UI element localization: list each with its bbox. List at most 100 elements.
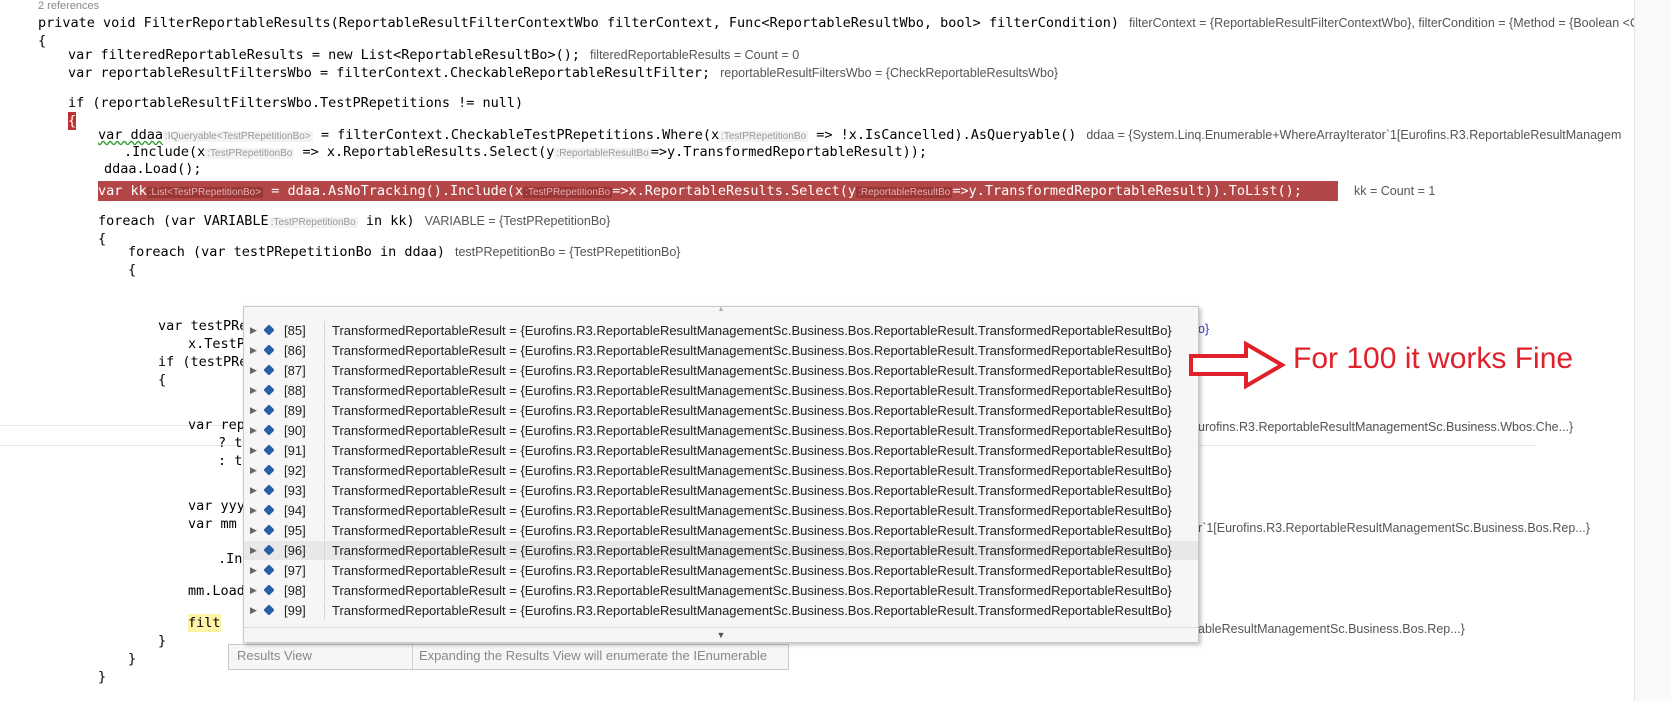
object-icon (263, 544, 275, 556)
code-line: foreach (var testPRepetitionBo in ddaa) t… (128, 244, 681, 260)
code-line: mm.Load (188, 583, 245, 599)
object-icon (263, 504, 275, 516)
datatip-row[interactable]: ▶ [93] TransformedReportableResult = {Euro… (244, 481, 1198, 500)
datatip-row[interactable]: ▶ [88] TransformedReportableResult = {Euro… (244, 381, 1198, 400)
code-line: { (98, 231, 107, 247)
code-line: foreach (var VARIABLE:TestPRepetitionBo … (98, 213, 611, 229)
datatip-row[interactable]: ▶ [86] TransformedReportableResult = {Euro… (244, 341, 1198, 360)
editor-scrollbar[interactable] (1634, 0, 1671, 701)
datatip-row[interactable]: ▶ [97] TransformedReportableResult = {Euro… (244, 561, 1198, 580)
scroll-down-icon[interactable]: ▼ (244, 627, 1198, 642)
datatip-row[interactable]: ▶ [94] TransformedReportableResult = {Euro… (244, 501, 1198, 520)
column-divider (324, 461, 325, 480)
code-line: } (128, 651, 137, 667)
expand-arrow-icon[interactable]: ▶ (250, 561, 257, 580)
expand-arrow-icon[interactable]: ▶ (250, 541, 257, 560)
row-value: TransformedReportableResult = {Eurofins.… (332, 463, 1172, 478)
column-divider (324, 521, 325, 540)
datatip-filtered[interactable]: filteredReportableResults = Count = 0 (590, 48, 799, 62)
datatip-ddaa[interactable]: ddaa = {System.Linq.Enumerable+WhereArra… (1086, 128, 1621, 142)
expand-arrow-icon[interactable]: ▶ (250, 381, 257, 400)
object-icon (263, 524, 275, 536)
row-index: [97] (284, 563, 306, 578)
expand-arrow-icon[interactable]: ▶ (250, 501, 257, 520)
code-line: var yyy (188, 498, 245, 514)
expand-arrow-icon[interactable]: ▶ (250, 481, 257, 500)
row-index: [85] (284, 323, 306, 338)
code-line: var rep (188, 417, 245, 433)
datatip-fragment[interactable]: ableResultManagementSc.Business.Bos.Rep.… (1198, 622, 1465, 636)
datatip-filterswbo[interactable]: reportableResultFiltersWbo = {CheckRepor… (720, 66, 1058, 80)
datatip-row[interactable]: ▶ [99] TransformedReportableResult = {Euro… (244, 601, 1198, 620)
expand-arrow-icon[interactable]: ▶ (250, 321, 257, 340)
expand-arrow-icon[interactable]: ▶ (250, 421, 257, 440)
object-icon (263, 604, 275, 616)
code-line: var ddaa:IQueryable<TestPRepetitionBo> =… (98, 127, 1622, 143)
code-line: var reportableResultFiltersWbo = filterC… (68, 65, 1059, 81)
datatip-fragment[interactable]: urofins.R3.ReportableResultManagementSc.… (1198, 420, 1573, 434)
datatip-kk[interactable]: kk = Count = 1 (1354, 184, 1435, 198)
row-value: TransformedReportableResult = {Eurofins.… (332, 563, 1172, 578)
datatip-variable[interactable]: VARIABLE = {TestPRepetitionBo} (425, 214, 611, 228)
object-icon (263, 384, 275, 396)
code-line: x.TestP (188, 336, 245, 352)
code-line: { (128, 262, 137, 278)
datatip-row[interactable]: ▶ [85] TransformedReportableResult = {Euro… (244, 321, 1198, 340)
row-index: [92] (284, 463, 306, 478)
object-icon (263, 344, 275, 356)
row-index: [91] (284, 443, 306, 458)
row-value: TransformedReportableResult = {Eurofins.… (332, 363, 1172, 378)
datatip-row[interactable]: ▶ [90] TransformedReportableResult = {Euro… (244, 421, 1198, 440)
code-line: var mm (188, 516, 237, 532)
column-divider (324, 381, 325, 400)
expand-arrow-icon[interactable]: ▶ (250, 361, 257, 380)
row-index: [87] (284, 363, 306, 378)
code-line: { (38, 33, 47, 49)
scroll-up-icon[interactable]: ▲ (244, 306, 1198, 313)
row-index: [99] (284, 603, 306, 618)
code-line: ddaa.Load(); (104, 161, 202, 177)
datatip-fragment[interactable]: o} (1198, 322, 1209, 336)
expand-arrow-icon[interactable]: ▶ (250, 521, 257, 540)
datatip-row[interactable]: ▶ [89] TransformedReportableResult = {Euro… (244, 401, 1198, 420)
datatip-row[interactable]: ▶ [91] TransformedReportableResult = {Euro… (244, 441, 1198, 460)
column-divider (324, 601, 325, 620)
datatip-row[interactable]: ▶ [87] TransformedReportableResult = {Euro… (244, 361, 1198, 380)
datatip-method-params[interactable]: filterContext = {ReportableResultFilterC… (1129, 16, 1671, 30)
code-line: if (testPRe (158, 354, 248, 370)
callout-arrow-icon (1189, 340, 1286, 390)
expand-arrow-icon[interactable]: ▶ (250, 401, 257, 420)
expand-arrow-icon[interactable]: ▶ (250, 441, 257, 460)
column-divider (324, 421, 325, 440)
row-index: [88] (284, 383, 306, 398)
datatip-fragment[interactable]: r`1[Eurofins.R3.ReportableResultManageme… (1198, 521, 1590, 535)
row-index: [95] (284, 523, 306, 538)
expand-arrow-icon[interactable]: ▶ (250, 581, 257, 600)
row-index: [96] (284, 543, 306, 558)
column-divider (324, 361, 325, 380)
code-line: if (reportableResultFiltersWbo.TestPRepe… (68, 95, 524, 111)
row-index: [89] (284, 403, 306, 418)
code-line: { (158, 372, 167, 388)
datatip-row[interactable]: ▶ [96] TransformedReportableResult = {Euro… (244, 541, 1198, 560)
results-view-hint: Expanding the Results View will enumerat… (419, 648, 768, 663)
results-view-label[interactable]: Results View (237, 648, 312, 663)
row-index: [86] (284, 343, 306, 358)
results-view-row[interactable]: Results View Expanding the Results View … (228, 644, 789, 670)
object-icon (263, 364, 275, 376)
expand-arrow-icon[interactable]: ▶ (250, 461, 257, 480)
expand-arrow-icon[interactable]: ▶ (250, 601, 257, 620)
code-line: : t (218, 453, 243, 469)
datatip-row[interactable]: ▶ [98] TransformedReportableResult = {Euro… (244, 581, 1198, 600)
references-codelens[interactable]: 2 references (38, 0, 99, 12)
row-index: [98] (284, 583, 306, 598)
row-value: TransformedReportableResult = {Eurofins.… (332, 383, 1172, 398)
row-value: TransformedReportableResult = {Eurofins.… (332, 443, 1172, 458)
datatip-testprepetition[interactable]: testPRepetitionBo = {TestPRepetitionBo} (455, 245, 681, 259)
code-line: .Include(x:TestPRepetitionBo => x.Report… (124, 144, 928, 160)
datatip-row[interactable]: ▶ [92] TransformedReportableResult = {Euro… (244, 461, 1198, 480)
datatip-expanded-list[interactable]: ▲ ▶ [85] TransformedReportableResult = {Eu… (243, 306, 1199, 643)
datatip-row[interactable]: ▶ [95] TransformedReportableResult = {Euro… (244, 521, 1198, 540)
code-line: var testPRe (158, 318, 248, 334)
expand-arrow-icon[interactable]: ▶ (250, 341, 257, 360)
